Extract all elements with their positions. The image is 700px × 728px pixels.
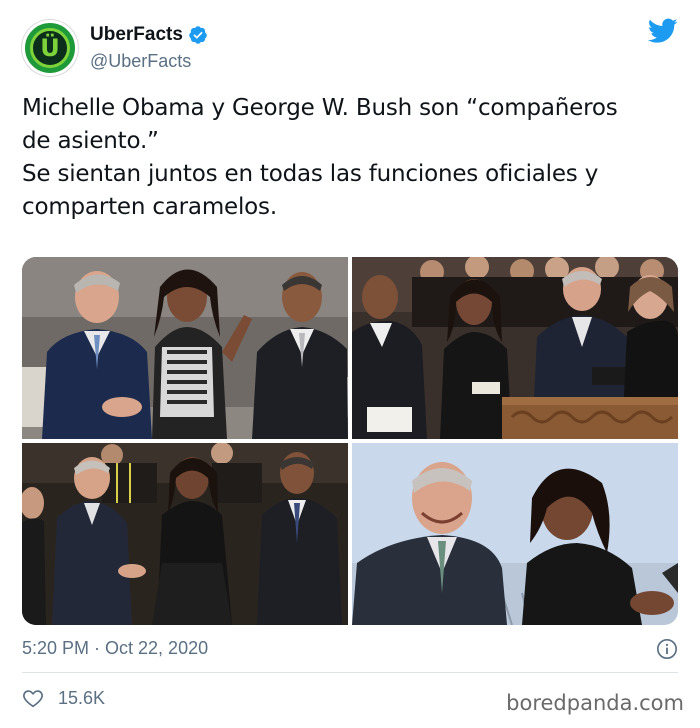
divider [22,672,678,673]
watermark: boredpanda.com [506,691,684,715]
tweet-header: Ü UberFacts @UberFacts [22,18,208,78]
twitter-bird-icon[interactable] [648,18,678,44]
handle[interactable]: @UberFacts [90,49,208,73]
tweet-text-line: Se sientan juntos en todas las funciones… [22,161,599,187]
tweet-card: Ü UberFacts @UberFacts Michelle Obama y … [0,0,700,728]
photo-bottom-right[interactable] [352,443,678,625]
tweet-text-line: Michelle Obama y George W. Bush son “com… [22,95,618,121]
author-names: UberFacts @UberFacts [90,23,208,73]
tweet-text: Michelle Obama y George W. Bush son “com… [22,92,682,224]
avatar-letter: Ü [40,34,60,62]
display-name[interactable]: UberFacts [90,23,183,47]
verified-badge-icon [189,26,207,44]
tweet-timestamp[interactable]: 5:20 PM · Oct 22, 2020 [22,636,208,660]
tweet-text-line: comparten caramelos. [22,194,277,220]
photo-top-right[interactable] [352,257,678,439]
info-icon[interactable] [656,638,678,660]
like-action[interactable]: 15.6K [22,686,105,710]
tweet-text-line: de asiento.” [22,128,159,154]
display-name-row: UberFacts [90,23,208,47]
like-count: 15.6K [58,688,106,708]
avatar[interactable]: Ü [22,20,78,76]
heart-icon[interactable] [22,687,44,709]
photo-bottom-left[interactable] [22,443,348,625]
media-grid [22,257,678,625]
photo-top-left[interactable] [22,257,348,439]
